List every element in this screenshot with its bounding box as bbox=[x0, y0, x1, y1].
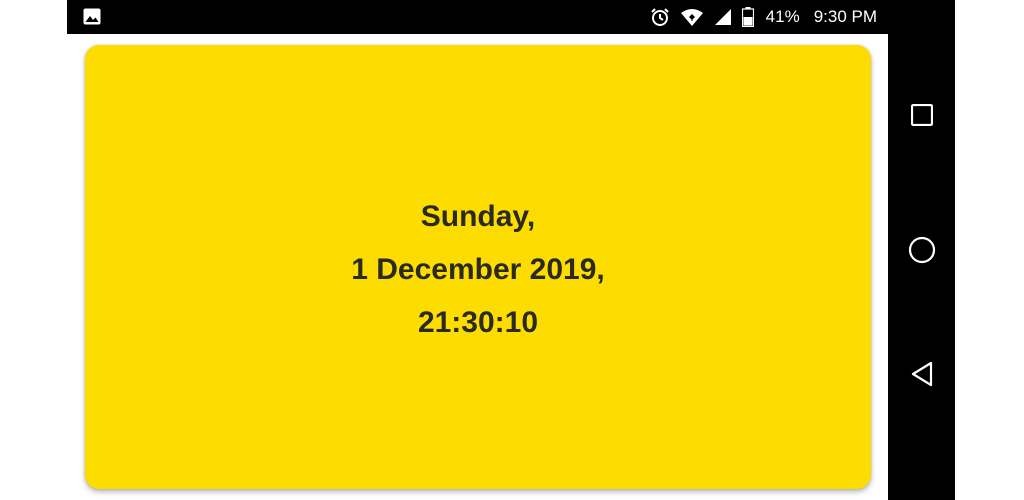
clock-card: Sunday, 1 December 2019, 21:30:10 bbox=[85, 45, 871, 489]
image-icon bbox=[83, 8, 101, 25]
app-screen: Sunday, 1 December 2019, 21:30:10 bbox=[67, 34, 888, 500]
home-button[interactable] bbox=[906, 234, 938, 266]
date-text: 1 December 2019, bbox=[351, 252, 605, 286]
recents-square-icon bbox=[911, 104, 933, 126]
cell-signal-icon bbox=[714, 8, 732, 26]
home-circle-icon bbox=[908, 236, 936, 264]
device-frame: 41% 9:30 PM Sunday, 1 December 2019, 21:… bbox=[67, 0, 955, 500]
status-clock: 9:30 PM bbox=[813, 7, 877, 26]
battery-icon bbox=[741, 7, 754, 27]
navigation-bar bbox=[888, 34, 955, 500]
status-icons: 41% 9:30 PM bbox=[650, 0, 877, 34]
wifi-icon bbox=[680, 8, 704, 26]
battery-percent: 41% bbox=[765, 7, 800, 26]
recents-button[interactable] bbox=[906, 99, 938, 131]
date-time-display: Sunday, 1 December 2019, 21:30:10 bbox=[351, 190, 605, 349]
back-triangle-icon bbox=[911, 361, 933, 387]
alarm-icon bbox=[650, 7, 670, 27]
back-button[interactable] bbox=[906, 358, 938, 390]
status-bar: 41% 9:30 PM bbox=[67, 0, 955, 34]
time-text: 21:30:10 bbox=[417, 305, 539, 339]
day-of-week: Sunday, bbox=[420, 199, 536, 233]
